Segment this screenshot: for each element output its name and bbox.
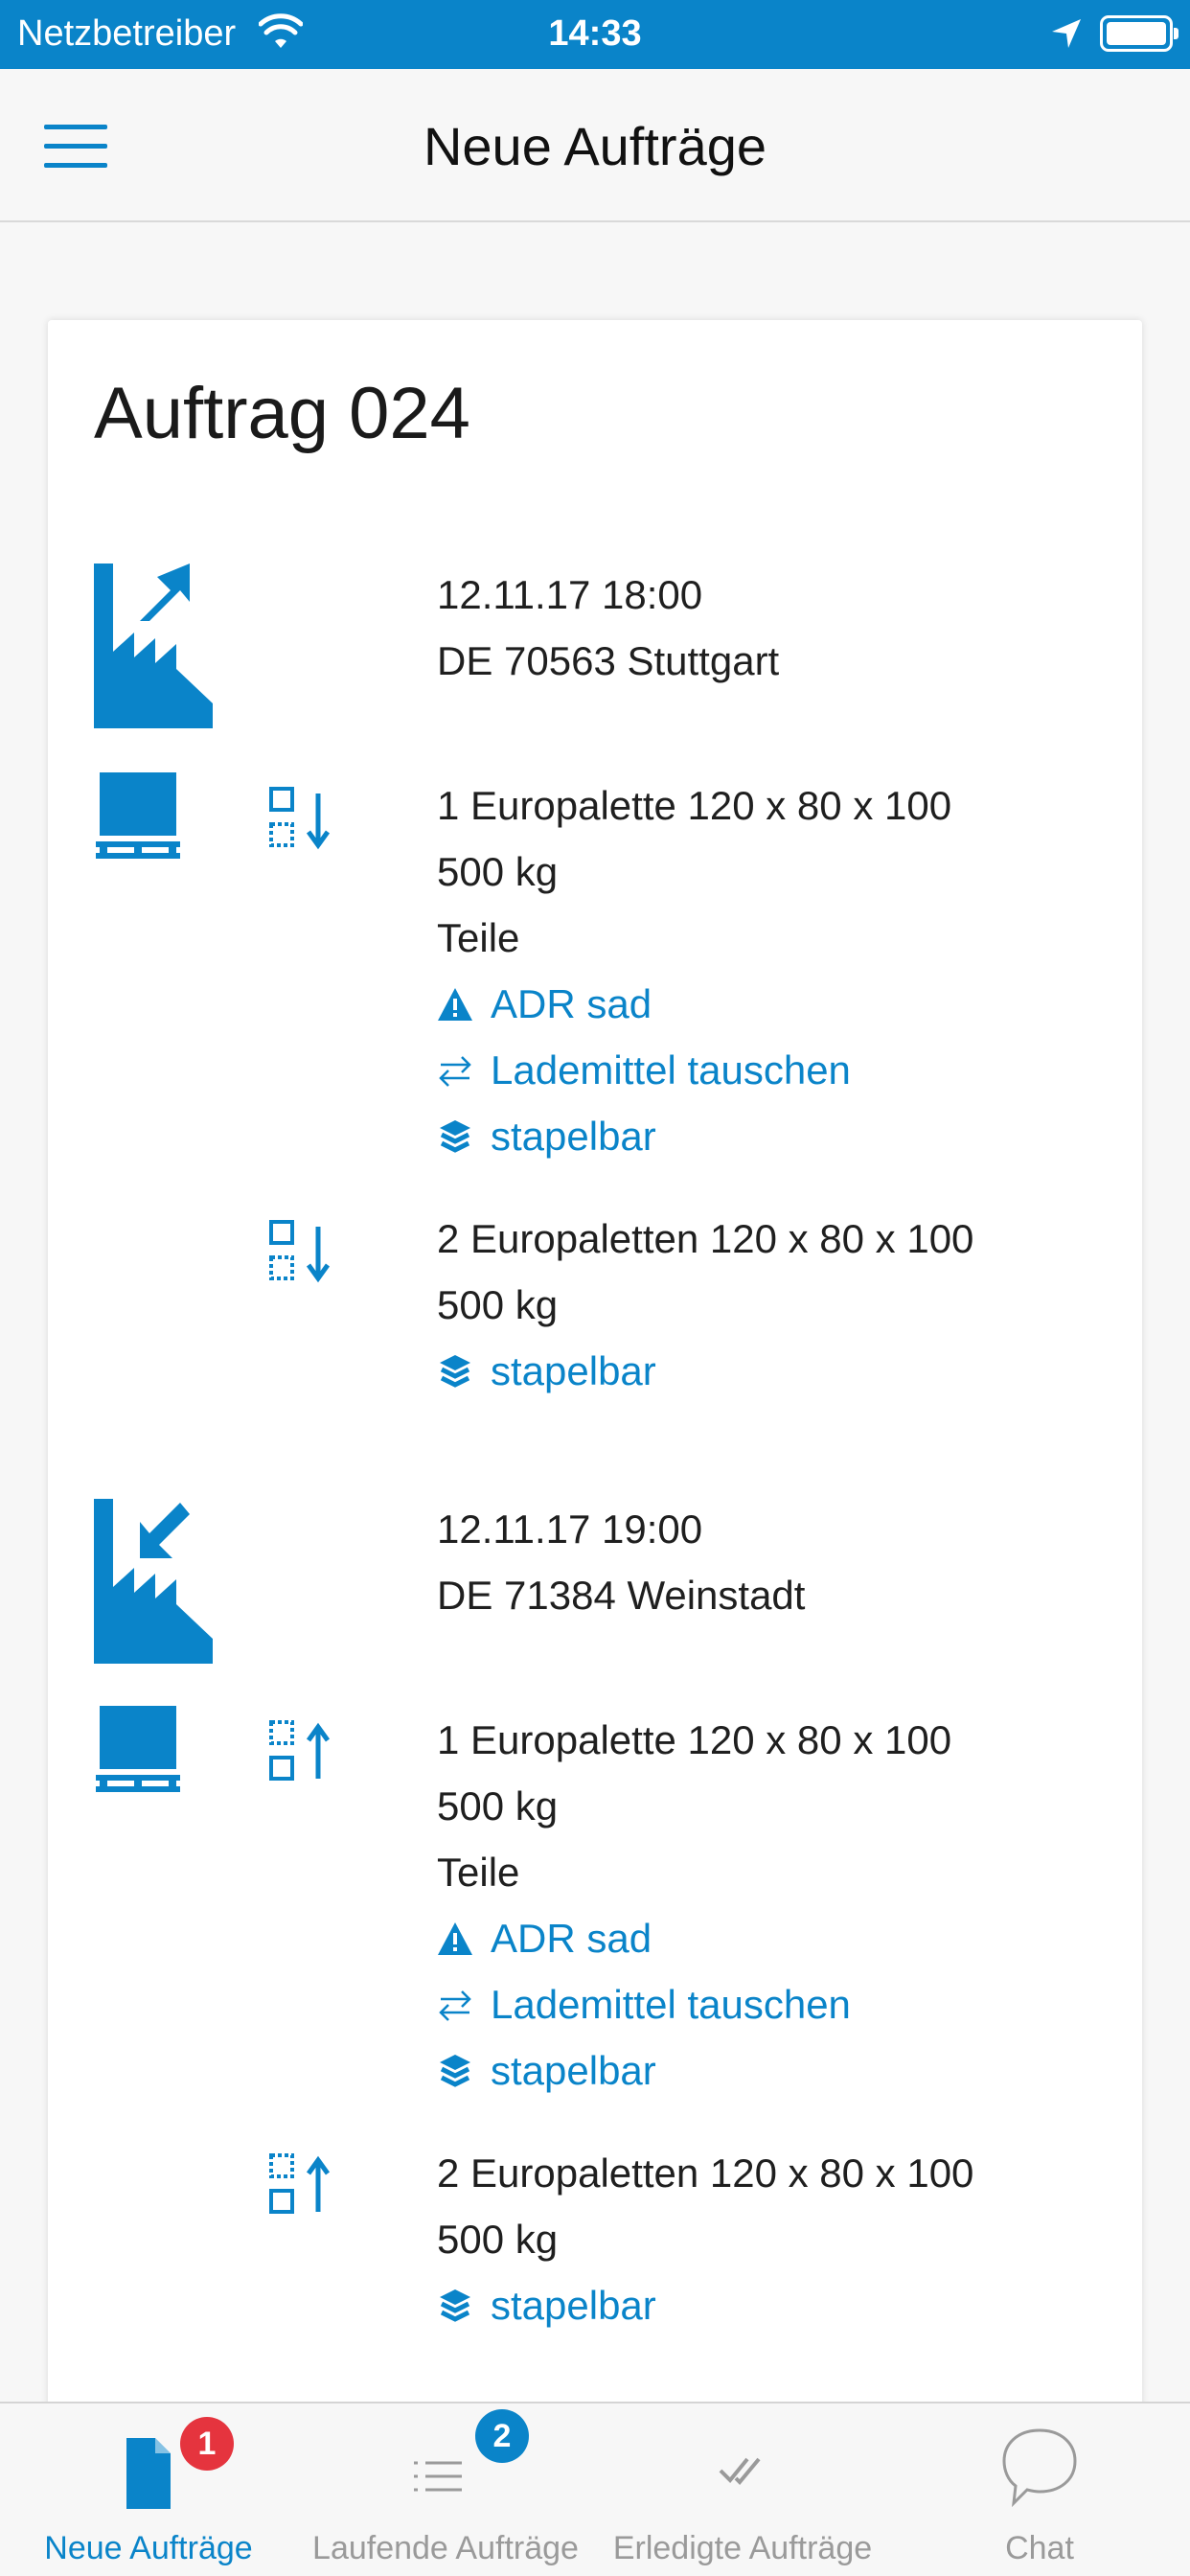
factory-delivery-icon <box>94 1499 213 1664</box>
item-weight: 500 kg <box>437 1282 559 1327</box>
tab-badge: 1 <box>180 2417 234 2471</box>
tag-adr: ADR sad <box>437 971 652 1037</box>
item-description: 2 Europaletten 120 x 80 x 100 <box>437 2150 974 2196</box>
load-down-icon <box>269 787 331 850</box>
double-check-icon <box>719 2457 761 2485</box>
item-weight: 500 kg <box>437 1783 559 1828</box>
tab-label: Neue Aufträge <box>44 2530 253 2566</box>
pallet-icon <box>96 772 180 859</box>
tab-neue-auftraege[interactable]: 1 Neue Aufträge <box>0 2404 297 2576</box>
navigation-bar: Neue Aufträge <box>0 69 1190 222</box>
tab-chat[interactable]: Chat <box>891 2404 1188 2576</box>
tag-stackable: stapelbar <box>437 2037 656 2104</box>
tab-badge: 2 <box>475 2409 529 2463</box>
status-bar: Netzbetreiber 14:33 <box>0 0 1190 69</box>
stop-datetime: 12.11.17 19:00 <box>437 1506 703 1552</box>
unload-up-icon <box>269 1720 331 1781</box>
tag-swap: Lademittel tauschen <box>437 1037 851 1103</box>
chat-bubble-icon <box>1002 2428 1077 2508</box>
tab-bar: 1 Neue Aufträge 2 Laufende Aufträge Erle… <box>0 2402 1190 2576</box>
tag-swap: Lademittel tauschen <box>437 1971 851 2037</box>
stop-datetime: 12.11.17 18:00 <box>437 572 703 617</box>
stack-icon <box>440 2288 470 2322</box>
order-card[interactable]: Auftrag 024 12.11.17 18:00 DE 70563 Stut… <box>48 320 1142 2428</box>
tag-stackable: stapelbar <box>437 1338 656 1404</box>
swap-icon <box>439 1990 471 2021</box>
item-content: Teile <box>437 915 520 960</box>
document-icon <box>126 2438 171 2509</box>
tab-label: Erledigte Aufträge <box>612 2530 873 2566</box>
stop-location: DE 71384 Weinstadt <box>437 1573 806 1618</box>
item-weight: 500 kg <box>437 2217 559 2262</box>
page-title: Neue Aufträge <box>423 116 767 176</box>
item-content: Teile <box>437 1850 520 1895</box>
tab-erledigte-auftraege[interactable]: Erledigte Aufträge <box>594 2404 891 2576</box>
item-description: 1 Europalette 120 x 80 x 100 <box>437 1717 952 1762</box>
unload-up-icon <box>269 2153 331 2214</box>
tag-stackable: stapelbar <box>437 1103 656 1169</box>
item-description: 1 Europalette 120 x 80 x 100 <box>437 783 952 828</box>
item-description: 2 Europaletten 120 x 80 x 100 <box>437 1216 974 1261</box>
warning-icon <box>438 1921 472 1955</box>
location-arrow-icon <box>1052 19 1081 48</box>
swap-icon <box>439 1055 471 1087</box>
tab-label: Chat <box>1005 2530 1074 2566</box>
tag-adr: ADR sad <box>437 1905 652 1971</box>
stack-icon <box>440 1119 470 1153</box>
pallet-icon <box>96 1706 180 1792</box>
item-weight: 500 kg <box>437 849 559 894</box>
tag-stackable: stapelbar <box>437 2272 656 2338</box>
load-down-icon <box>269 1220 331 1283</box>
warning-icon <box>438 987 472 1021</box>
stop-location: DE 70563 Stuttgart <box>437 638 780 683</box>
stack-icon <box>440 2054 470 2087</box>
tab-label: Laufende Aufträge <box>312 2530 579 2566</box>
stack-icon <box>440 1354 470 1388</box>
clock: 14:33 <box>548 13 642 54</box>
factory-pickup-icon <box>94 564 213 728</box>
tab-laufende-auftraege[interactable]: 2 Laufende Aufträge <box>297 2404 594 2576</box>
battery-icon <box>1100 15 1179 52</box>
order-title: Auftrag 024 <box>94 373 470 454</box>
